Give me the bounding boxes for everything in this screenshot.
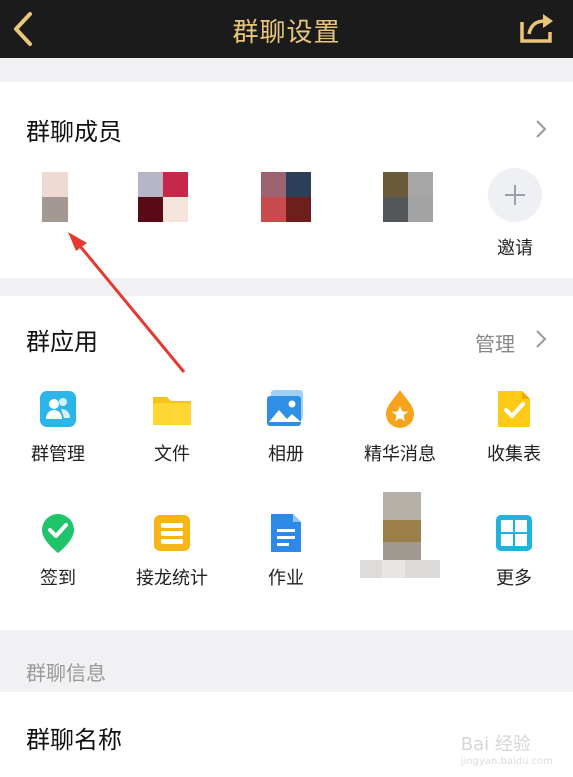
app-file[interactable]: 文件 <box>117 388 227 466</box>
avatar-tile <box>261 197 286 222</box>
chevron-right-icon[interactable] <box>534 118 548 140</box>
member-avatar[interactable] <box>383 172 433 222</box>
avatar-tile <box>163 172 188 197</box>
divider <box>0 278 573 296</box>
app-group-admin[interactable]: 群管理 <box>3 388 113 466</box>
member-avatar[interactable] <box>42 172 68 222</box>
share-button[interactable] <box>519 12 555 44</box>
avatar-tile <box>42 172 55 197</box>
app-album[interactable]: 相册 <box>231 388 341 466</box>
avatar-tile <box>138 172 163 197</box>
folder-icon <box>151 388 193 430</box>
app-blurred[interactable] <box>345 492 455 586</box>
app-relay-stats[interactable]: 接龙统计 <box>117 512 227 590</box>
invite-button[interactable] <box>488 168 542 222</box>
app-label: 收集表 <box>487 444 541 465</box>
homework-icon <box>265 512 307 554</box>
app-label: 文件 <box>154 444 190 465</box>
avatar-tile <box>286 172 311 197</box>
members-card[interactable]: 群聊成员 邀请 <box>0 82 573 278</box>
photo-album-icon <box>265 388 307 430</box>
avatar-tile <box>286 197 311 222</box>
members-title: 群聊成员 <box>26 118 122 146</box>
apps-title: 群应用 <box>26 328 98 356</box>
group-name-label: 群聊名称 <box>26 726 122 754</box>
member-avatar[interactable] <box>261 172 311 222</box>
blurred-app-icon <box>360 492 440 578</box>
check-in-icon <box>37 512 79 554</box>
invite-label: 邀请 <box>497 238 533 259</box>
app-more[interactable]: 更多 <box>459 512 569 590</box>
app-essence[interactable]: 精华消息 <box>345 388 455 466</box>
watermark-url: jingyan.baidu.com <box>460 756 553 767</box>
avatar-tile <box>408 172 433 197</box>
manage-link[interactable]: 管理 <box>475 328 515 357</box>
plus-icon <box>514 185 516 205</box>
app-label: 作业 <box>268 568 304 589</box>
watermark-text: Bai 经验 <box>460 734 531 755</box>
divider <box>0 58 573 82</box>
group-info-title: 群聊信息 <box>26 661 106 685</box>
app-label: 接龙统计 <box>136 568 208 589</box>
chevron-right-icon[interactable] <box>534 328 548 350</box>
avatar-tile <box>383 172 408 197</box>
app-check-in[interactable]: 签到 <box>3 512 113 590</box>
app-label: 更多 <box>496 568 532 589</box>
more-grid-icon <box>493 512 535 554</box>
app-label: 签到 <box>40 568 76 589</box>
avatar-tile <box>408 197 433 222</box>
watermark: Bai 经验 jingyan.baidu.com <box>461 730 553 767</box>
avatar-tile <box>42 197 55 222</box>
title-bar: 群聊设置 <box>0 0 573 58</box>
share-icon <box>520 14 553 43</box>
app-label: 精华消息 <box>364 444 436 465</box>
avatar-tile <box>163 197 188 222</box>
group-admin-icon <box>37 388 79 430</box>
member-avatar[interactable] <box>138 172 188 222</box>
avatar-tile <box>138 197 163 222</box>
relay-stats-icon <box>151 512 193 554</box>
avatar-tile <box>55 172 68 197</box>
essence-drop-icon <box>379 388 421 430</box>
app-collection-form[interactable]: 收集表 <box>459 388 569 466</box>
app-homework[interactable]: 作业 <box>231 512 341 590</box>
app-label: 相册 <box>268 444 304 465</box>
avatar-tile <box>55 197 68 222</box>
group-apps-card: 群应用 管理 群管理 文件 相册 精华消息 收集表 签到 接龙统计 作业 更多 <box>0 296 573 630</box>
page-title: 群聊设置 <box>232 18 341 48</box>
collection-form-icon <box>493 388 535 430</box>
app-label: 群管理 <box>31 444 85 465</box>
avatar-tile <box>383 197 408 222</box>
avatar-tile <box>261 172 286 197</box>
